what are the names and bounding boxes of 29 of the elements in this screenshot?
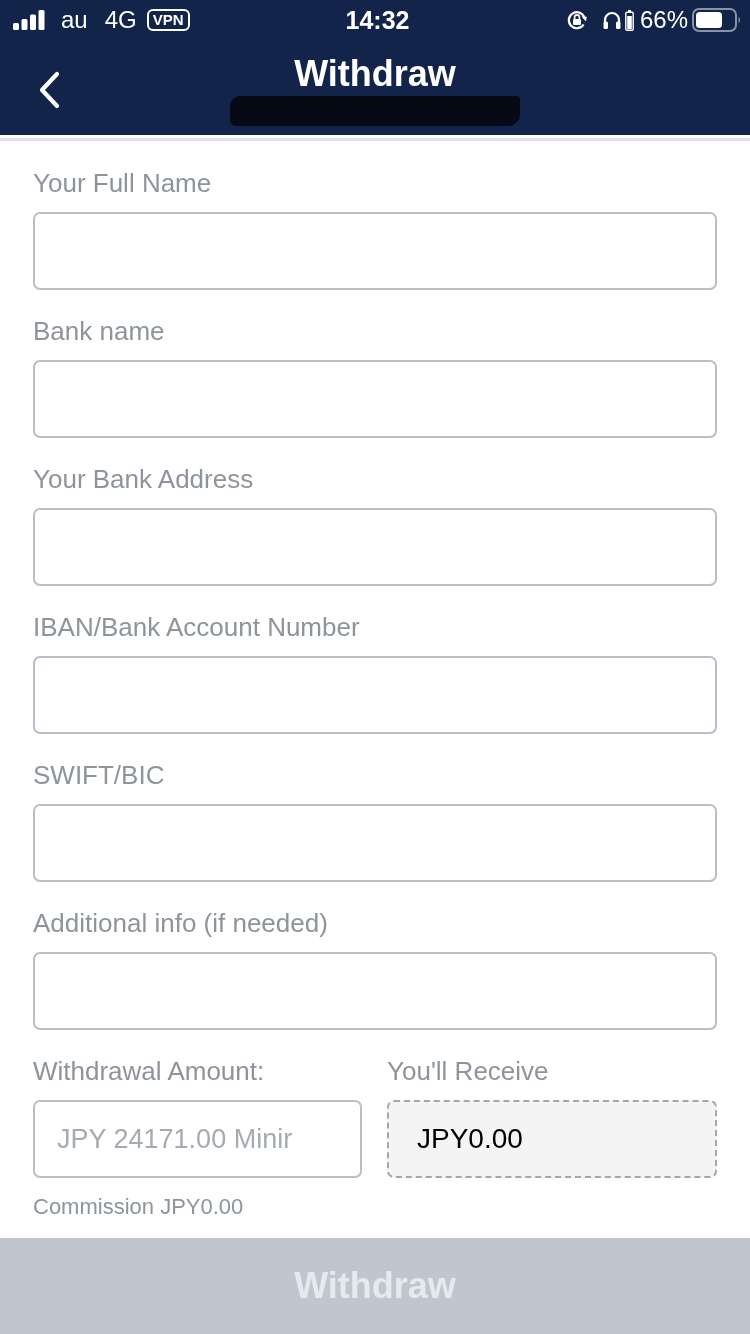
- receive-amount-field: JPY0.00: [387, 1100, 717, 1178]
- field-label: You'll Receive: [387, 1056, 550, 1086]
- input-field[interactable]: [33, 212, 717, 290]
- clock-time: 14:32: [345, 6, 410, 34]
- field-label: Bank name: [33, 316, 166, 346]
- input-field[interactable]: [33, 952, 717, 1030]
- input-field[interactable]: [33, 656, 717, 734]
- network-type: 4G: [104, 6, 137, 34]
- carrier-name: au: [61, 6, 88, 34]
- input-field[interactable]: [33, 804, 717, 882]
- page-title: Withdraw: [294, 54, 456, 94]
- vpn-badge: VPN: [146, 9, 190, 31]
- input-field[interactable]: [33, 360, 717, 438]
- field-label: Your Bank Address: [33, 464, 255, 494]
- field-label: IBAN/Bank Account Number: [33, 612, 361, 642]
- input-field[interactable]: [33, 508, 717, 586]
- signal-icon: [13, 10, 45, 30]
- back-icon[interactable]: [37, 71, 61, 109]
- field-label: Withdrawal Amount:: [33, 1056, 266, 1086]
- rotation-lock-icon: [565, 9, 588, 31]
- field-label: Your Full Name: [33, 168, 213, 198]
- battery-icon: [692, 8, 742, 32]
- commission-text: Commission JPY0.00: [33, 1194, 245, 1220]
- headphone-battery-icon: [624, 9, 634, 31]
- headphones-icon: [602, 11, 621, 29]
- field-label: SWIFT/BIC: [33, 760, 166, 790]
- amount-input-field[interactable]: JPY 24171.00 Minir: [33, 1100, 362, 1178]
- battery-percent: 66%: [639, 6, 688, 34]
- field-label: Additional info (if needed): [33, 908, 329, 938]
